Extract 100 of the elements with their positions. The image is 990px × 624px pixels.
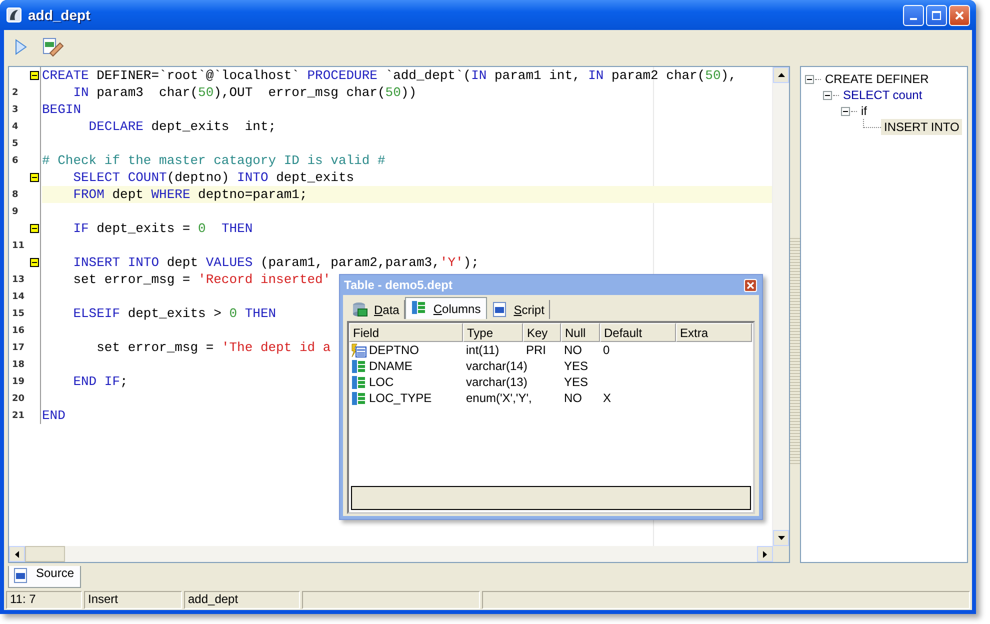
close-icon xyxy=(954,10,965,20)
line-number: 21 xyxy=(11,410,26,420)
column-header[interactable]: Key xyxy=(523,323,561,342)
line-number: 17 xyxy=(11,342,26,352)
table-cell: NO xyxy=(564,391,582,405)
table-cell: X xyxy=(603,391,612,405)
table-cell: YES xyxy=(564,375,588,389)
line-number: 18 xyxy=(11,360,26,370)
primary-key-icon xyxy=(351,342,367,358)
app-icon xyxy=(6,7,22,23)
code-line: set error_msg = 'The dept id a xyxy=(96,339,331,356)
dialog-tab[interactable]: Columns xyxy=(405,297,487,319)
line-number: 19 xyxy=(11,376,26,386)
code-line: set error_msg = 'Record inserted' xyxy=(72,271,331,288)
table-cell: varchar(14) xyxy=(466,359,528,373)
collapse-toggle[interactable] xyxy=(823,90,832,100)
dialog-title: Table - demo5.dept xyxy=(344,278,452,292)
column-icon xyxy=(351,374,367,390)
tree-item[interactable]: SELECT count xyxy=(840,87,926,103)
editor-tab[interactable]: Source xyxy=(8,566,82,588)
scroll-up-button[interactable] xyxy=(773,67,789,83)
column-icon xyxy=(351,390,367,406)
collapse-toggle[interactable] xyxy=(805,74,814,84)
sql-file-icon xyxy=(13,567,28,584)
scroll-down-button[interactable] xyxy=(773,530,789,546)
status-field: 11: 7 xyxy=(6,591,82,609)
line-number: 15 xyxy=(11,308,26,318)
column-header[interactable]: Null xyxy=(561,323,600,342)
line-number: 4 xyxy=(11,122,20,132)
line-number: 6 xyxy=(11,156,20,166)
line-number: 14 xyxy=(11,292,26,302)
code-line: CREATE DEFINER=`root`@`localhost` PROCEDURE `add_dept`(IN param1 int, IN param2 char(50), xyxy=(42,67,736,84)
close-icon xyxy=(746,280,755,290)
tree-item[interactable]: CREATE DEFINER xyxy=(822,71,932,87)
column-header[interactable]: Default xyxy=(600,323,676,342)
collapse-toggle[interactable] xyxy=(841,106,850,116)
tree-item[interactable]: INSERT INTO xyxy=(881,119,962,135)
scroll-left-button[interactable] xyxy=(9,546,25,562)
fold-toggle[interactable] xyxy=(30,258,38,267)
sql-file-icon xyxy=(492,301,508,318)
code-line: BEGIN xyxy=(42,101,82,118)
code-line: END IF; xyxy=(72,373,128,390)
line-number: 11 xyxy=(11,240,26,250)
sql-edit-icon[interactable] xyxy=(42,37,64,57)
columns-icon xyxy=(411,300,428,317)
minimize-button[interactable] xyxy=(903,4,924,26)
column-header[interactable]: Field xyxy=(349,323,463,342)
table-cell: int(11) xyxy=(466,343,500,357)
down-arrow-icon xyxy=(776,535,786,541)
left-arrow-icon xyxy=(14,550,20,558)
code-line: DECLARE dept_exits int; xyxy=(88,118,276,135)
code-line: FROM dept WHERE deptno=param1; xyxy=(72,186,308,203)
minimize-icon xyxy=(910,18,917,20)
table-cell: NO xyxy=(564,343,582,357)
table-cell: PRI xyxy=(526,343,546,357)
code-line: INSERT INTO dept VALUES (param1, param2,param3,'Y'); xyxy=(72,254,479,271)
up-arrow-icon xyxy=(776,72,786,78)
right-arrow-icon xyxy=(762,550,768,558)
line-number: 3 xyxy=(11,104,20,114)
line-number: 13 xyxy=(11,274,26,284)
code-line: IN param3 char(50),OUT error_msg char(50)) xyxy=(72,84,416,101)
status-field: Insert xyxy=(84,591,182,609)
code-line: ELSEIF dept_exits > 0 THEN xyxy=(72,305,276,322)
table-cell: enum('X','Y', xyxy=(466,391,532,405)
fold-toggle[interactable] xyxy=(30,71,38,80)
code-line: END xyxy=(42,407,66,424)
table-cell: 0 xyxy=(603,343,610,357)
tree-item[interactable]: if xyxy=(858,103,870,119)
fold-toggle[interactable] xyxy=(30,224,38,233)
maximize-button[interactable] xyxy=(926,4,947,26)
table-cell: varchar(13) xyxy=(466,375,528,389)
line-number: 16 xyxy=(11,326,26,336)
status-field: add_dept xyxy=(184,591,300,609)
fold-toggle[interactable] xyxy=(30,173,38,182)
code-line: IF dept_exits = 0 THEN xyxy=(72,220,253,237)
table-cell: DEPTNO xyxy=(369,343,420,357)
line-number: 9 xyxy=(11,206,20,216)
table-cell: YES xyxy=(564,359,588,373)
window-title: add_dept xyxy=(28,7,90,23)
database-icon xyxy=(352,301,368,318)
line-number: 5 xyxy=(11,138,20,148)
scroll-right-button[interactable] xyxy=(757,546,773,562)
close-button[interactable] xyxy=(949,4,970,26)
table-cell: LOC xyxy=(369,375,394,389)
maximize-icon xyxy=(931,10,942,20)
code-line: SELECT COUNT(deptno) INTO dept_exits xyxy=(72,169,354,186)
table-cell: DNAME xyxy=(369,359,412,373)
line-number: 20 xyxy=(11,394,26,404)
splitter-handle[interactable] xyxy=(790,236,800,466)
code-line: # Check if the master catagory ID is valid # xyxy=(42,152,386,169)
column-header[interactable]: Extra xyxy=(676,323,752,342)
scrollbar-thumb[interactable] xyxy=(25,546,65,562)
run-icon[interactable] xyxy=(14,38,28,56)
scrollbar-corner xyxy=(773,546,789,562)
close-button[interactable] xyxy=(744,278,757,292)
line-number: 2 xyxy=(11,88,20,98)
line-number: 8 xyxy=(11,190,20,200)
column-icon xyxy=(351,358,367,374)
column-header[interactable]: Type xyxy=(463,323,523,342)
table-cell: LOC_TYPE xyxy=(369,391,432,405)
